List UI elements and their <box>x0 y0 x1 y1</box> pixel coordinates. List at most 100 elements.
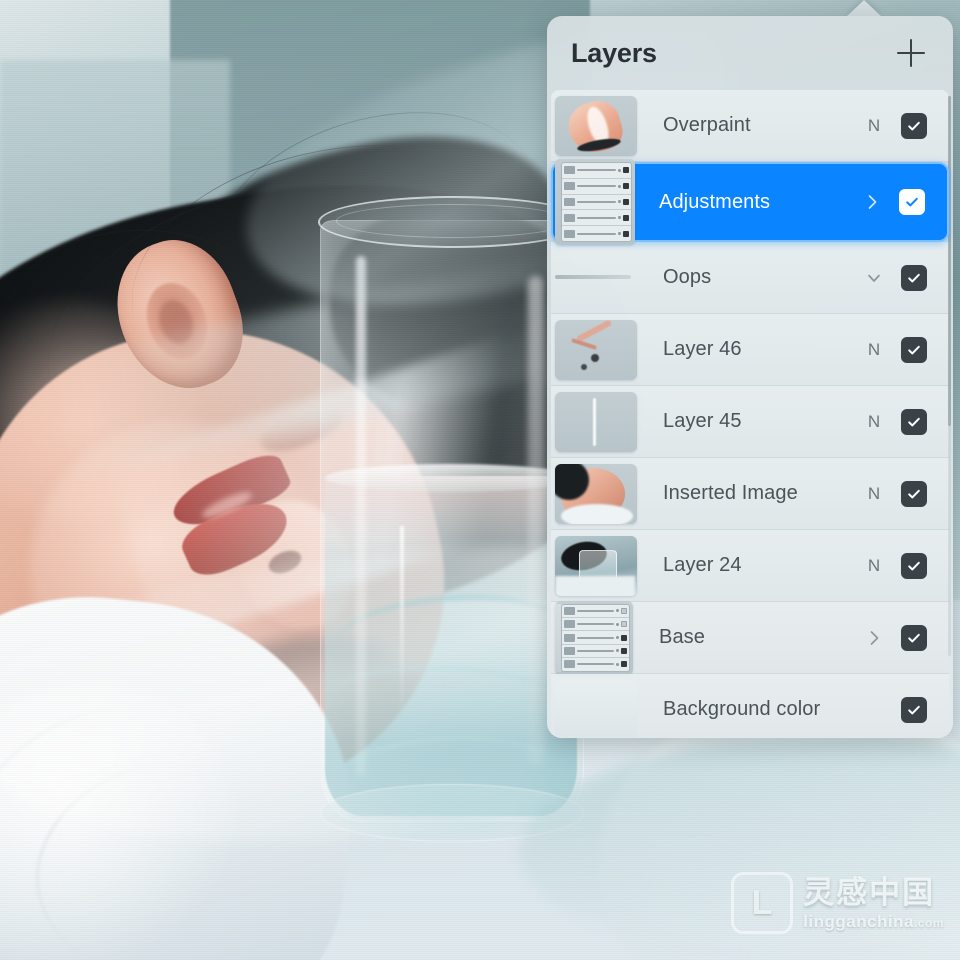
thumb-fabric <box>555 575 635 596</box>
mini-thumbnail <box>564 646 575 655</box>
panel-header: Layers <box>547 16 953 90</box>
watermark-chinese-text: 灵感中国 <box>803 874 936 910</box>
mini-blend-mode <box>618 200 621 204</box>
layer-name: Layer 24 <box>663 554 742 576</box>
thumb-fabric <box>561 503 633 524</box>
mini-layer-row <box>562 618 629 632</box>
mini-visibility-checkbox <box>621 647 627 654</box>
mini-visibility-checkbox <box>621 634 627 641</box>
panel-title: Layers <box>571 37 657 68</box>
mini-layer-row <box>562 210 631 227</box>
layer-thumbnail[interactable] <box>555 95 637 156</box>
layer-name: Base <box>659 626 705 648</box>
blend-mode-label[interactable]: N <box>857 116 891 136</box>
chevron-right-icon[interactable] <box>857 628 891 648</box>
group-thumbnail-mini-panel <box>561 603 630 672</box>
layer-row-oops[interactable]: Oops <box>551 242 949 314</box>
layer-thumbnail[interactable] <box>555 391 637 452</box>
mini-layer-row <box>562 226 631 241</box>
mini-thumbnail <box>564 660 575 669</box>
watermark-logo-icon: L <box>731 872 794 934</box>
layer-thumbnail[interactable] <box>555 535 637 596</box>
mini-visibility-checkbox <box>623 214 629 221</box>
layer-row-inserted-image[interactable]: Inserted Image N <box>551 458 949 530</box>
mini-label <box>577 169 616 172</box>
mini-blend-mode <box>616 609 619 613</box>
blend-mode-label[interactable]: N <box>857 556 891 576</box>
layer-list[interactable]: Overpaint N Adjustments Oops Layer 46 N Layer … <box>547 90 953 738</box>
layer-name: Layer 45 <box>663 410 742 432</box>
layer-visibility-checkbox[interactable] <box>901 696 927 723</box>
mini-visibility-checkbox <box>623 167 629 174</box>
layer-row-base[interactable]: Base <box>551 600 949 675</box>
layer-thumbnail[interactable] <box>555 248 637 308</box>
watermark-domain-tld: .com <box>913 915 944 930</box>
add-layer-button[interactable] <box>891 33 931 73</box>
mini-layer-row <box>562 195 631 211</box>
mini-blend-mode <box>618 168 621 172</box>
plus-icon-vertical <box>910 39 912 67</box>
layer-row-layer-45[interactable]: Layer 45 N <box>551 386 949 458</box>
scrollbar-thumb[interactable] <box>948 96 951 426</box>
mini-blend-mode <box>618 232 621 236</box>
layer-thumbnail[interactable] <box>555 600 633 675</box>
thumb-dot <box>591 353 599 362</box>
layer-row-overpaint[interactable]: Overpaint N <box>551 90 949 162</box>
mini-visibility-checkbox <box>621 607 627 614</box>
mini-thumbnail <box>564 213 575 222</box>
mini-label <box>577 609 614 612</box>
blend-mode-label[interactable]: N <box>857 340 891 360</box>
watermark-domain-name: lingganchina <box>803 911 914 931</box>
mini-thumbnail <box>564 606 575 615</box>
layer-visibility-checkbox[interactable] <box>901 264 927 291</box>
blend-mode-label[interactable]: N <box>857 412 891 432</box>
layer-visibility-checkbox[interactable] <box>901 408 927 435</box>
layer-visibility-checkbox[interactable] <box>901 112 927 139</box>
layer-thumbnail[interactable] <box>555 679 637 738</box>
thumb-stroke <box>575 319 613 343</box>
mini-thumbnail <box>564 633 575 642</box>
layer-visibility-checkbox[interactable] <box>901 480 927 507</box>
mini-label <box>577 649 614 652</box>
panel-pointer-arrow <box>846 0 882 17</box>
mini-blend-mode <box>616 662 619 666</box>
mini-thumbnail <box>564 620 575 629</box>
group-collapsed-line <box>555 274 631 279</box>
layer-name: Layer 46 <box>663 338 742 360</box>
layer-visibility-checkbox[interactable] <box>901 624 927 651</box>
layers-panel[interactable]: Layers Overpaint N Adjustments Oops Layer 46… <box>547 16 953 738</box>
layer-name: Adjustments <box>659 190 771 213</box>
blend-mode-label[interactable]: N <box>857 484 891 504</box>
layer-thumbnail[interactable] <box>555 159 635 245</box>
mini-visibility-checkbox <box>623 198 629 205</box>
mini-layer-row <box>562 645 629 659</box>
mini-blend-mode <box>618 184 621 188</box>
layer-row-background-color[interactable]: Background color <box>551 674 949 738</box>
layer-name: Inserted Image <box>663 482 798 504</box>
layer-visibility-checkbox[interactable] <box>899 189 925 215</box>
mini-visibility-checkbox <box>623 183 629 190</box>
layer-row-layer-24[interactable]: Layer 24 N <box>551 530 949 602</box>
layer-visibility-checkbox[interactable] <box>901 552 927 579</box>
mini-visibility-checkbox <box>621 621 627 628</box>
layer-visibility-checkbox[interactable] <box>901 336 927 363</box>
mini-thumbnail <box>564 166 575 175</box>
mini-visibility-checkbox <box>623 230 629 237</box>
mini-label <box>577 185 616 188</box>
mini-layer-row <box>562 605 629 618</box>
mini-label <box>577 663 614 666</box>
layer-row-layer-46[interactable]: Layer 46 N <box>551 314 949 386</box>
mini-visibility-checkbox <box>621 661 627 668</box>
mini-thumbnail <box>564 182 575 191</box>
mini-label <box>577 216 616 219</box>
layer-row-adjustments[interactable]: Adjustments <box>551 159 949 245</box>
layer-thumbnail[interactable] <box>555 319 637 380</box>
mini-blend-mode <box>616 649 619 653</box>
mini-blend-mode <box>616 636 619 640</box>
thumb-stroke <box>593 397 596 446</box>
layer-thumbnail[interactable] <box>555 463 637 524</box>
layer-name: Oops <box>663 266 712 288</box>
mini-label <box>577 636 614 639</box>
chevron-right-icon[interactable] <box>855 192 889 212</box>
chevron-down-icon[interactable] <box>857 268 891 288</box>
